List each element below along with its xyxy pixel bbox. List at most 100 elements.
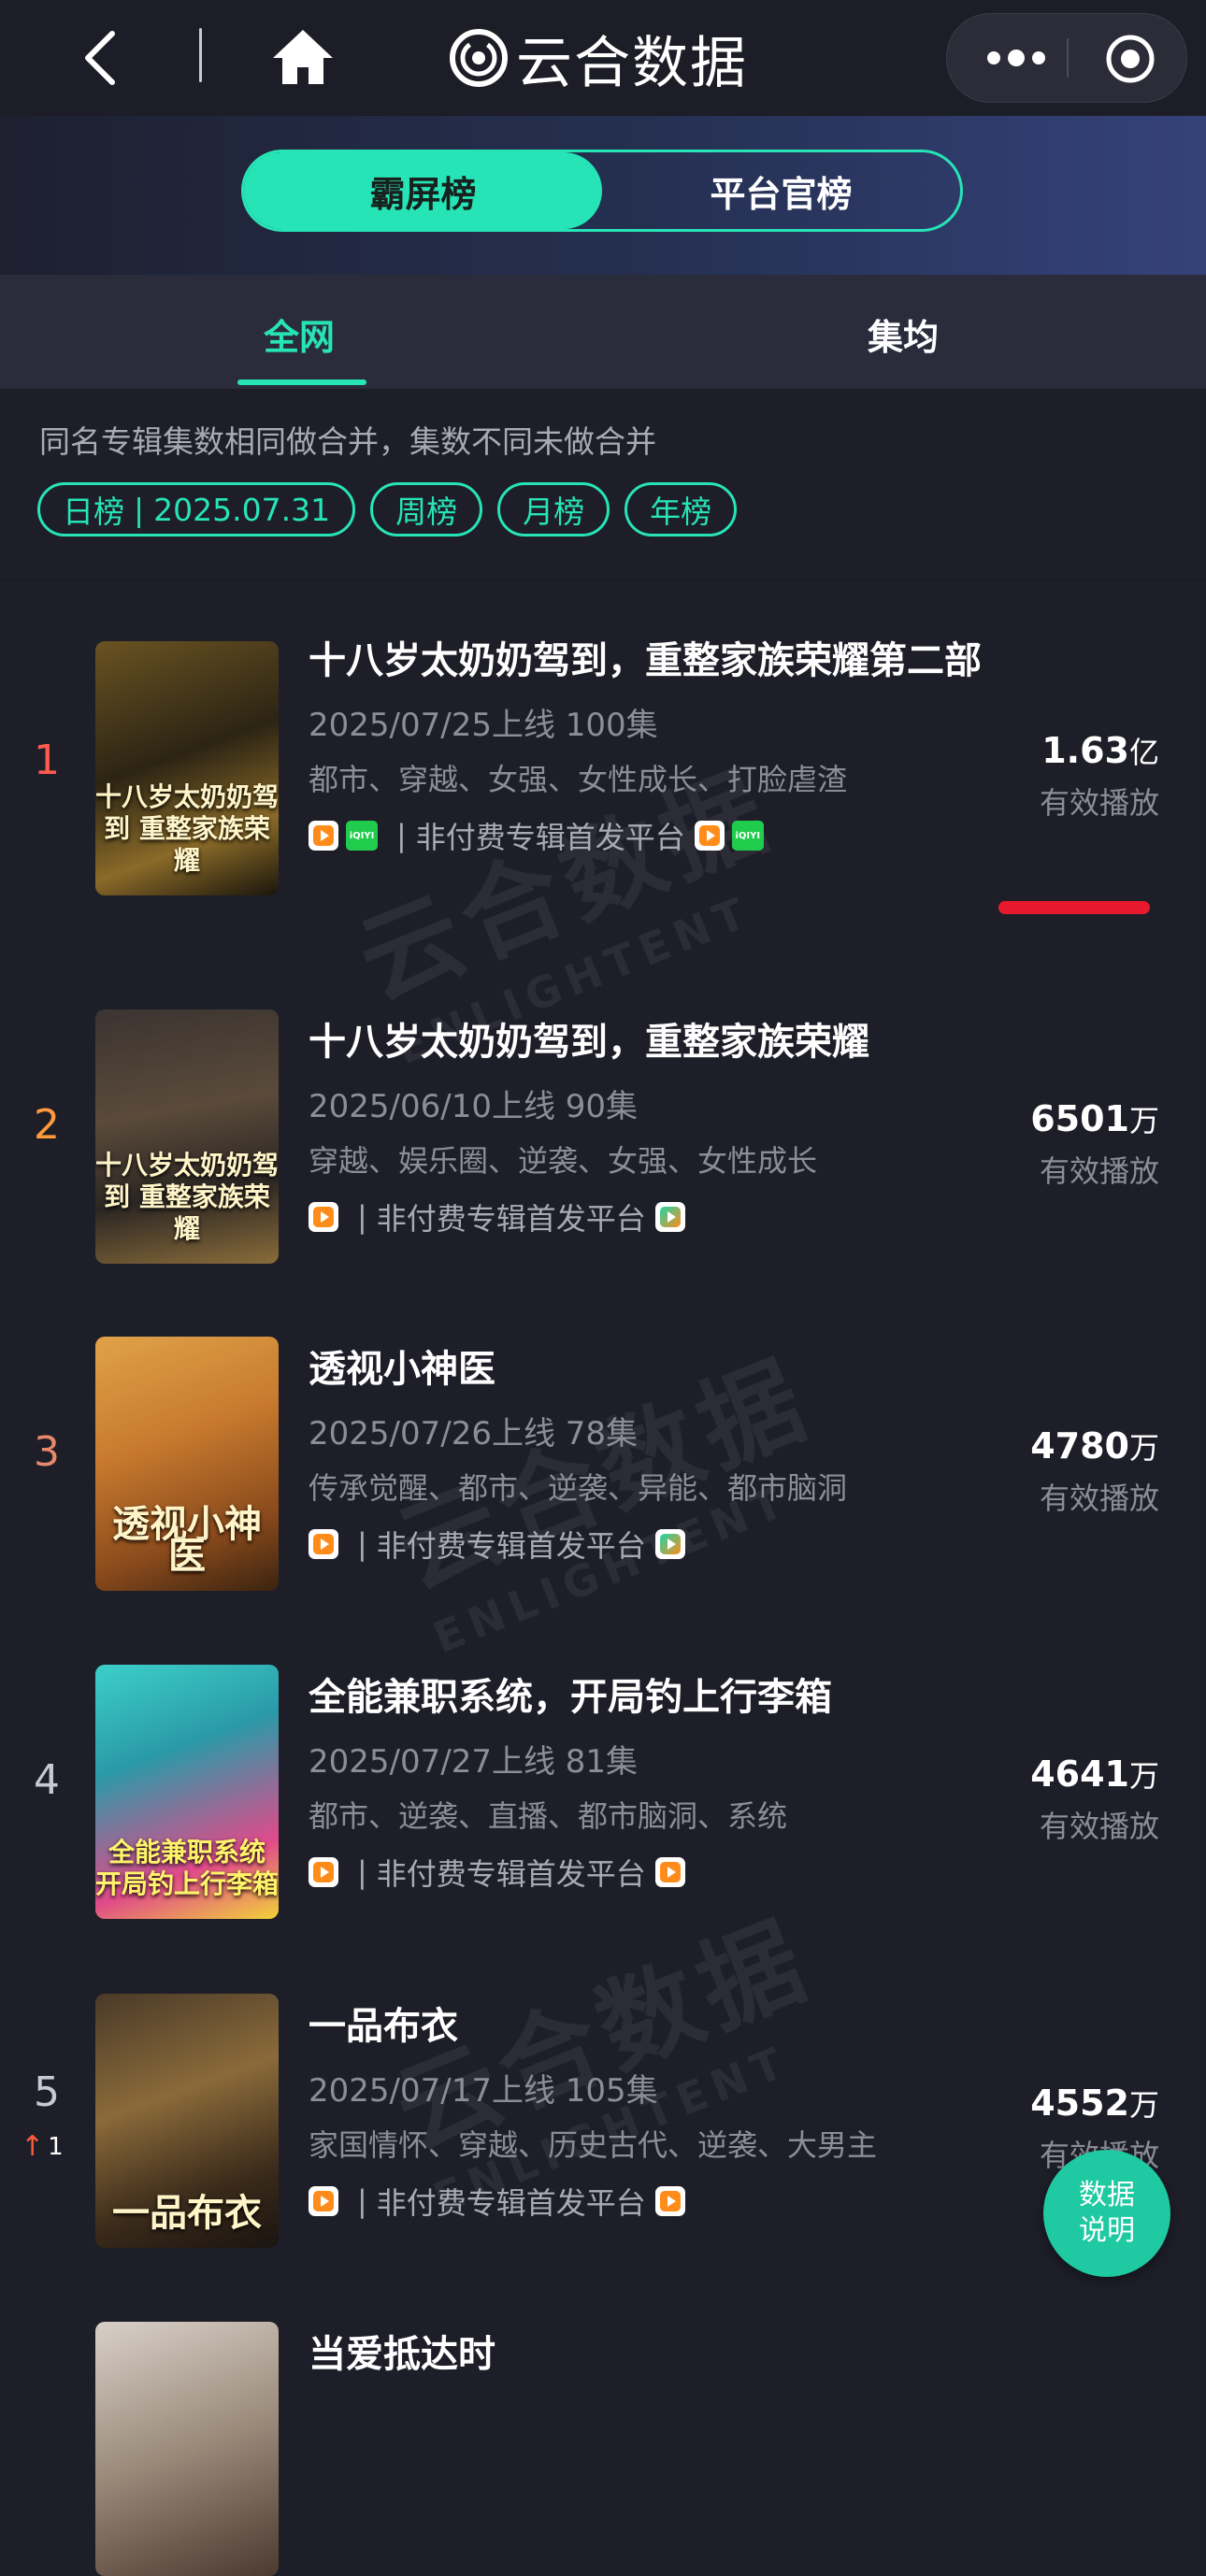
youku-icon xyxy=(654,1857,685,1887)
youku-icon xyxy=(654,1529,685,1559)
genre-tags: 传承觉醒、都市、逆袭、异能、都市脑洞 xyxy=(309,1470,848,1506)
drama-poster[interactable]: 十八岁太奶奶驾到 重整家族荣耀 xyxy=(95,641,279,895)
highlight-mark xyxy=(998,901,1150,914)
item-info: 当爱抵达时 xyxy=(309,2329,1000,2380)
poster-title: 十八岁太奶奶驾到 重整家族荣耀 xyxy=(95,1150,279,1244)
tab-all-network[interactable]: 全网 xyxy=(264,308,335,360)
home-icon[interactable] xyxy=(266,21,340,95)
play-unit: 万 xyxy=(1128,1103,1159,1138)
miniapp-close-icon[interactable] xyxy=(1104,33,1156,85)
play-stat: 4780万 有效播放 xyxy=(1030,1424,1159,1518)
drama-poster[interactable]: 全能兼职系统 开局钓上行李箱 xyxy=(95,1665,279,1919)
genre-tags: 都市、逆袭、直播、都市脑洞、系统 xyxy=(309,1798,788,1834)
platform-text: 非付费专辑首发平台 xyxy=(376,1528,646,1564)
play-number: 1.63 xyxy=(1041,730,1129,771)
rank-number: 5 xyxy=(34,2068,60,2116)
drama-poster[interactable] xyxy=(95,2322,279,2576)
platform-text: 非付费专辑首发平台 xyxy=(376,2185,646,2221)
top-navigation-bar: 云合数据 xyxy=(0,0,1206,116)
daily-chart-chip[interactable]: 日榜 | 2025.07.31 xyxy=(37,482,356,537)
release-info: 2025/06/10上线 90集 xyxy=(309,1088,639,1125)
iqiyi-icon: iQIYI xyxy=(346,821,378,851)
monthly-chart-chip[interactable]: 月榜 xyxy=(497,482,610,537)
app-brand: 云合数据 xyxy=(449,19,748,97)
drama-title[interactable]: 全能兼职系统，开局钓上行李箱 xyxy=(309,1672,1000,1723)
back-icon[interactable] xyxy=(67,21,142,95)
tab-bapingbang[interactable]: 霸屏榜 xyxy=(244,152,602,229)
list-item[interactable]: 当爱抵达时 xyxy=(0,2322,1206,2576)
platform-row: | 非付费专辑首发平台 xyxy=(309,1851,1000,1894)
tab-platform-official[interactable]: 平台官榜 xyxy=(602,152,960,229)
play-label: 有效播放 xyxy=(1039,1153,1159,1189)
list-item[interactable]: 4 全能兼职系统 开局钓上行李箱 全能兼职系统，开局钓上行李箱 2025/07/… xyxy=(0,1665,1206,1926)
list-item[interactable]: 3 透视小神医 透视小神医 2025/07/26上线 78集 传承觉醒、都市、逆… xyxy=(0,1337,1206,1598)
ranking-type-switch: 霸屏榜 平台官榜 xyxy=(241,150,963,232)
daily-chip-label: 日榜 xyxy=(63,494,124,530)
release-info: 2025/07/25上线 100集 xyxy=(309,707,658,744)
release-info: 2025/07/17上线 105集 xyxy=(309,2072,658,2110)
play-number: 6501 xyxy=(1030,1098,1129,1139)
youku-icon xyxy=(309,1202,338,1232)
daily-chip-date: 2025.07.31 xyxy=(153,491,331,528)
platform-divider: | xyxy=(357,1526,367,1562)
play-label: 有效播放 xyxy=(1039,1809,1159,1844)
drama-title[interactable]: 透视小神医 xyxy=(309,1344,1000,1395)
drama-title[interactable]: 十八岁太奶奶驾到，重整家族荣耀 xyxy=(309,1017,1000,1067)
play-number: 4552 xyxy=(1030,2082,1129,2124)
miniapp-capsule xyxy=(946,13,1187,103)
genre-tags: 家国情怀、穿越、历史古代、逆袭、大男主 xyxy=(309,2127,878,2163)
platform-divider: | xyxy=(357,1199,367,1235)
play-number: 4641 xyxy=(1030,1753,1129,1795)
drama-title[interactable]: 当爱抵达时 xyxy=(309,2329,1000,2380)
list-item[interactable]: 5 ↑ 1 一品布衣 一品布衣 2025/07/17上线 105集 家国情怀、穿… xyxy=(0,1994,1206,2255)
drama-poster[interactable]: 十八岁太奶奶驾到 重整家族荣耀 xyxy=(95,1009,279,1264)
item-info: 一品布衣 2025/07/17上线 105集 家国情怀、穿越、历史古代、逆袭、大… xyxy=(309,2001,1000,2223)
weekly-chart-chip[interactable]: 周榜 xyxy=(370,482,483,537)
release-info: 2025/07/26上线 78集 xyxy=(309,1415,639,1453)
platform-divider: | xyxy=(396,818,407,853)
rank-change-value: 1 xyxy=(48,2132,64,2161)
poster-title: 全能兼职系统 开局钓上行李箱 xyxy=(95,1837,279,1899)
play-unit: 万 xyxy=(1128,1430,1159,1466)
genre-tags: 穿越、娱乐圈、逆袭、女强、女性成长 xyxy=(309,1143,818,1179)
more-dots-icon[interactable] xyxy=(979,35,1054,81)
platform-divider: | xyxy=(357,1854,367,1890)
youku-icon xyxy=(309,1529,338,1559)
poster-title: 透视小神医 xyxy=(112,1502,262,1578)
list-item[interactable]: 2 十八岁太奶奶驾到 重整家族荣耀 十八岁太奶奶驾到，重整家族荣耀 2025/0… xyxy=(0,1009,1206,1271)
play-stat: 6501万 有效播放 xyxy=(1030,1097,1159,1191)
youku-icon xyxy=(654,1202,685,1232)
drama-poster[interactable]: 一品布衣 xyxy=(95,1994,279,2248)
youku-icon xyxy=(309,821,338,851)
platform-text: 非付费专辑首发平台 xyxy=(376,1201,646,1237)
play-unit: 万 xyxy=(1128,1758,1159,1794)
ranking-switch-area: 霸屏榜 平台官榜 xyxy=(0,116,1206,275)
platform-row: | 非付费专辑首发平台 xyxy=(309,1523,1000,1566)
platform-row: iQIYI | 非付费专辑首发平台 iQIYI xyxy=(309,814,1000,857)
play-stat: 1.63亿 有效播放 xyxy=(1040,729,1159,823)
play-label: 有效播放 xyxy=(1039,1481,1159,1516)
active-tab-indicator xyxy=(237,379,366,385)
youku-icon xyxy=(654,2186,685,2216)
list-item[interactable]: 1 十八岁太奶奶驾到 重整家族荣耀 十八岁太奶奶驾到，重整家族荣耀第二部 202… xyxy=(0,636,1206,944)
float-button-line1: 数据 xyxy=(1079,2179,1135,2211)
tab-episode-average[interactable]: 集均 xyxy=(868,308,939,360)
chip-divider: | xyxy=(134,491,145,528)
data-explanation-button[interactable]: 数据 说明 xyxy=(1043,2150,1170,2277)
platform-row: | 非付费专辑首发平台 xyxy=(309,1195,1000,1238)
play-unit: 亿 xyxy=(1128,735,1159,770)
play-number: 4780 xyxy=(1030,1425,1129,1467)
rank-number: 2 xyxy=(34,1101,60,1149)
merge-notice: 同名专辑集数相同做合并，集数不同未做合并 xyxy=(39,423,656,460)
drama-title[interactable]: 十八岁太奶奶驾到，重整家族荣耀第二部 xyxy=(309,636,1000,686)
play-unit: 万 xyxy=(1128,2087,1159,2123)
period-filters: 日榜 | 2025.07.31 周榜 月榜 年榜 xyxy=(37,482,738,537)
genre-tags: 都市、穿越、女强、女性成长、打脸虐渣 xyxy=(309,762,848,797)
item-info: 十八岁太奶奶驾到，重整家族荣耀第二部 2025/07/25上线 100集 都市、… xyxy=(309,636,1000,857)
capsule-divider xyxy=(1067,38,1069,78)
item-info: 十八岁太奶奶驾到，重整家族荣耀 2025/06/10上线 90集 穿越、娱乐圈、… xyxy=(309,1017,1000,1238)
platform-text: 非付费专辑首发平台 xyxy=(376,1856,646,1892)
yearly-chart-chip[interactable]: 年榜 xyxy=(625,482,738,537)
drama-poster[interactable]: 透视小神医 xyxy=(95,1337,279,1591)
drama-title[interactable]: 一品布衣 xyxy=(309,2001,1000,2052)
